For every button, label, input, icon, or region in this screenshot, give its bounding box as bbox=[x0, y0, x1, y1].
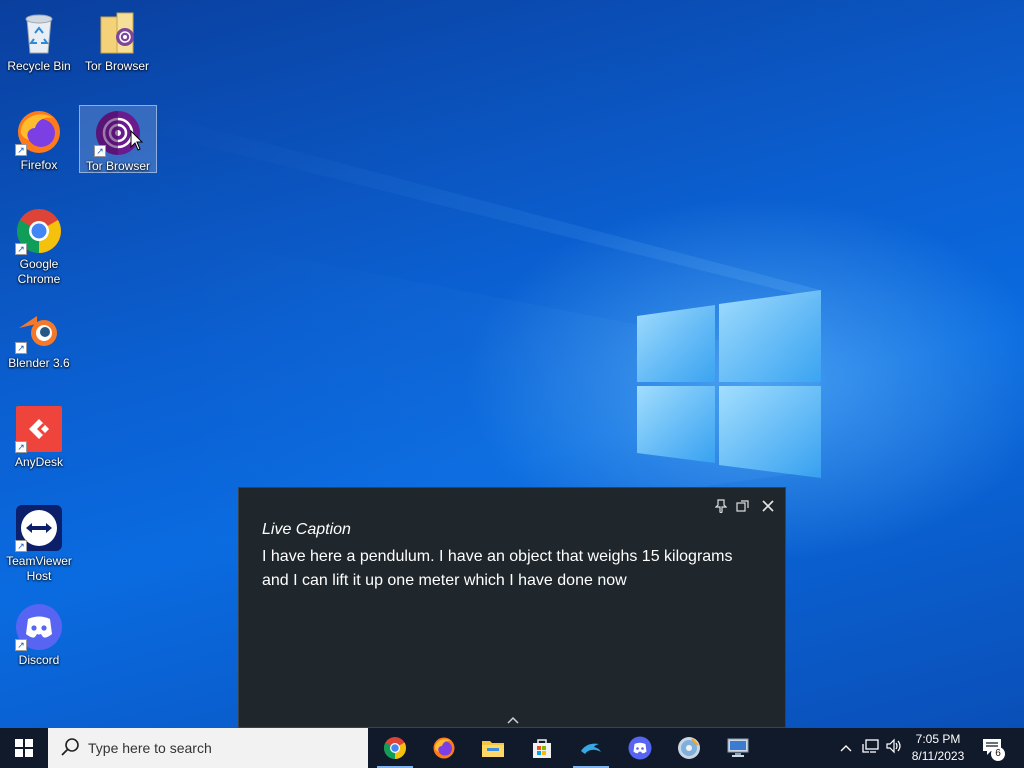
caption-title: Live Caption bbox=[262, 521, 351, 538]
desktop-icon-recycle-bin[interactable]: Recycle Bin bbox=[1, 6, 77, 74]
network-icon[interactable] bbox=[861, 738, 881, 758]
caption-text: I have here a pendulum. I have an object… bbox=[262, 548, 733, 589]
discord-icon: ↗ bbox=[15, 603, 63, 651]
restore-icon[interactable] bbox=[733, 496, 753, 516]
taskbar-app-remote-desktop[interactable] bbox=[714, 728, 762, 768]
desktop-icon-tor-folder[interactable]: Tor Browser bbox=[79, 6, 155, 74]
desktop: Recycle Bin Tor Browser ↗ Firefox ↗ Tor … bbox=[0, 0, 1024, 728]
shortcut-arrow-icon: ↗ bbox=[15, 639, 27, 651]
blender-icon: ↗ bbox=[15, 306, 63, 354]
desktop-icon-label: Tor Browser bbox=[84, 59, 149, 73]
taskbar-app-chrome[interactable] bbox=[371, 728, 419, 768]
microsoft-store-icon bbox=[533, 739, 551, 758]
mouse-cursor-icon bbox=[130, 130, 144, 151]
taskbar-app-media-disc[interactable] bbox=[665, 728, 713, 768]
taskbar-app-discord[interactable] bbox=[616, 728, 664, 768]
clock-time: 7:05 PM bbox=[915, 732, 961, 746]
clock-date: 8/11/2023 bbox=[911, 749, 965, 763]
shortcut-arrow-icon: ↗ bbox=[15, 441, 27, 453]
close-icon[interactable] bbox=[758, 496, 778, 516]
notification-center-button[interactable]: 6 bbox=[980, 736, 1008, 762]
taskbar-app-dolphin[interactable] bbox=[567, 728, 615, 768]
clock[interactable]: 7:05 PM 8/11/2023 bbox=[900, 731, 976, 765]
shortcut-arrow-icon: ↗ bbox=[15, 342, 27, 354]
desktop-icon-google-chrome[interactable]: ↗ Google Chrome bbox=[1, 204, 77, 287]
chrome-icon: ↗ bbox=[15, 207, 63, 255]
desktop-icon-label: Blender 3.6 bbox=[8, 356, 70, 370]
desktop-icon-label: Firefox bbox=[20, 158, 58, 172]
notification-count-badge: 6 bbox=[991, 747, 1005, 761]
remote-desktop-icon bbox=[727, 738, 749, 757]
desktop-icon-tor-browser[interactable]: ↗ Tor Browser bbox=[79, 105, 157, 173]
shortcut-arrow-icon: ↗ bbox=[15, 144, 27, 156]
desktop-icon-label: Google Chrome bbox=[17, 257, 61, 286]
search-placeholder: Type here to search bbox=[88, 740, 212, 756]
windows-start-icon bbox=[15, 739, 33, 757]
tor-folder-icon bbox=[93, 9, 141, 57]
desktop-icon-teamviewer[interactable]: ↗ TeamViewer Host bbox=[1, 501, 77, 584]
chrome-icon bbox=[384, 737, 406, 759]
anydesk-icon: ↗ bbox=[15, 405, 63, 453]
pin-icon[interactable] bbox=[711, 496, 731, 516]
desktop-icon-firefox[interactable]: ↗ Firefox bbox=[1, 105, 77, 173]
shortcut-arrow-icon: ↗ bbox=[15, 540, 27, 552]
desktop-icon-anydesk[interactable]: ↗ AnyDesk bbox=[1, 402, 77, 470]
recycle-bin-icon bbox=[15, 9, 63, 57]
taskbar-app-firefox[interactable] bbox=[420, 728, 468, 768]
chevron-up-icon[interactable] bbox=[836, 738, 856, 758]
discord-icon bbox=[628, 736, 652, 760]
taskbar-app-microsoft-store[interactable] bbox=[518, 728, 566, 768]
firefox-icon: ↗ bbox=[15, 108, 63, 156]
teamviewer-icon: ↗ bbox=[15, 504, 63, 552]
desktop-icon-label: AnyDesk bbox=[14, 455, 64, 469]
shortcut-arrow-icon: ↗ bbox=[15, 243, 27, 255]
desktop-icon-blender[interactable]: ↗ Blender 3.6 bbox=[1, 303, 77, 371]
desktop-icon-label: Tor Browser bbox=[85, 159, 150, 173]
taskbar-app-file-explorer[interactable] bbox=[469, 728, 517, 768]
start-button[interactable] bbox=[0, 728, 48, 768]
taskbar: Type here to search 7:05 PM 8/11/2023 6 bbox=[0, 728, 1024, 768]
search-icon bbox=[61, 738, 79, 756]
desktop-icon-label: Discord bbox=[18, 653, 60, 667]
media-disc-icon bbox=[678, 737, 700, 759]
firefox-icon bbox=[433, 737, 455, 759]
chevron-up-icon[interactable] bbox=[503, 712, 523, 726]
desktop-icon-label: Recycle Bin bbox=[7, 59, 71, 73]
desktop-icon-label: TeamViewer Host bbox=[6, 554, 72, 583]
desktop-icon-discord[interactable]: ↗ Discord bbox=[1, 600, 77, 668]
live-caption-window[interactable]: Live Caption I have here a pendulum. I h… bbox=[238, 487, 786, 728]
file-explorer-icon bbox=[482, 741, 504, 757]
taskbar-search-box[interactable]: Type here to search bbox=[48, 728, 368, 768]
dolphin-icon bbox=[581, 743, 601, 754]
shortcut-arrow-icon: ↗ bbox=[94, 145, 106, 157]
